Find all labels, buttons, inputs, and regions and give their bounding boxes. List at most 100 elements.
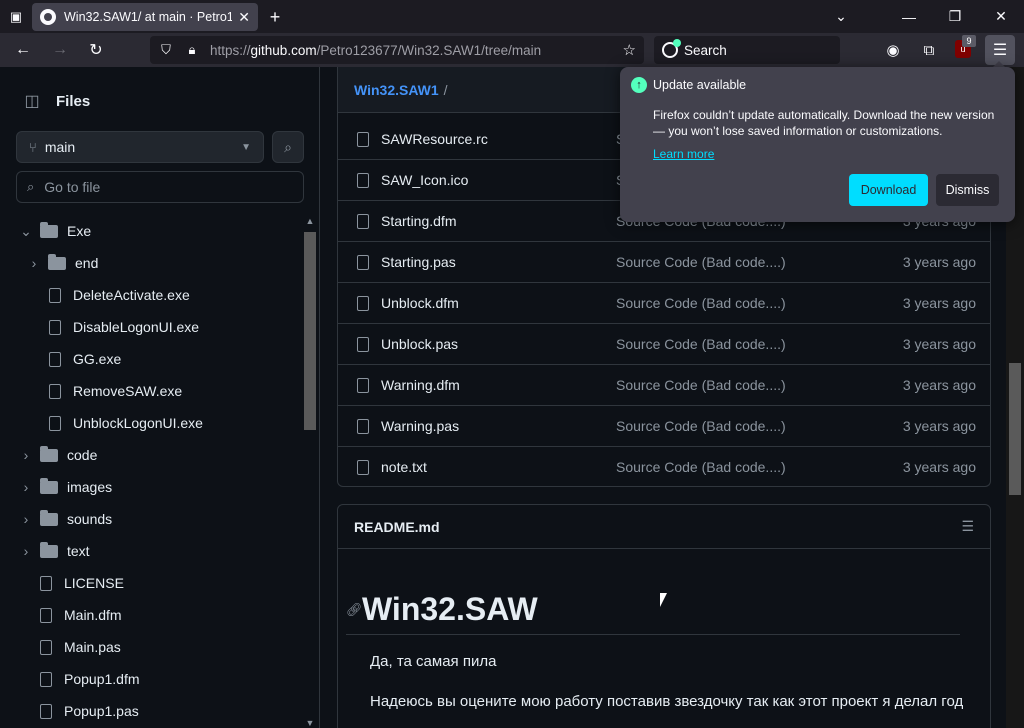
popup-title: Update available bbox=[653, 78, 747, 92]
scrollbar-thumb[interactable] bbox=[304, 232, 316, 430]
account-icon[interactable]: ◉ bbox=[880, 38, 906, 62]
url-text[interactable]: https://github.com/Petro123677/Win32.SAW… bbox=[210, 43, 541, 58]
lock-icon[interactable]: 🔒︎ bbox=[182, 42, 202, 58]
chevron-right-icon[interactable]: › bbox=[18, 447, 34, 463]
navigation-bar: ← → ↻ ⛉ 🔒︎ https://github.com/Petro12367… bbox=[0, 33, 1024, 67]
file-name-link[interactable]: Warning.dfm bbox=[381, 377, 616, 393]
commit-message-link[interactable]: Source Code (Bad code....) bbox=[616, 377, 856, 393]
file-icon bbox=[40, 575, 52, 591]
go-to-file-box[interactable]: ⌕ bbox=[16, 171, 304, 203]
commit-message-link[interactable]: Source Code (Bad code....) bbox=[616, 254, 856, 270]
learn-more-link[interactable]: Learn more bbox=[653, 147, 714, 161]
commit-message-link[interactable]: Source Code (Bad code....) bbox=[616, 459, 856, 475]
sidebar-scrollbar[interactable]: ▲ ▼ bbox=[303, 216, 317, 728]
search-files-button[interactable]: ⌕ bbox=[272, 131, 304, 163]
tree-item[interactable]: DeleteActivate.exe bbox=[26, 279, 190, 311]
file-name-link[interactable]: Unblock.dfm bbox=[381, 295, 616, 311]
chevron-right-icon[interactable]: › bbox=[26, 255, 42, 271]
download-button[interactable]: Download bbox=[849, 174, 928, 206]
restore-button[interactable]: ❐ bbox=[932, 0, 978, 33]
close-window-button[interactable]: ✕ bbox=[978, 0, 1024, 33]
file-row[interactable]: Warning.dfm Source Code (Bad code....) 3 y… bbox=[338, 365, 990, 406]
tree-item-label: sounds bbox=[67, 511, 113, 527]
file-icon bbox=[40, 639, 52, 655]
tree-item[interactable]: › sounds bbox=[18, 503, 112, 535]
file-name-link[interactable]: Starting.pas bbox=[381, 254, 616, 270]
file-row[interactable]: Unblock.pas Source Code (Bad code....) 3 y… bbox=[338, 324, 990, 365]
tree-item[interactable]: Popup1.pas bbox=[18, 695, 139, 727]
sidebar-header: ◫ Files bbox=[16, 89, 90, 113]
chevron-down-icon[interactable]: ⌄ bbox=[18, 223, 34, 240]
tree-item[interactable]: › end bbox=[26, 247, 98, 279]
minimize-button[interactable]: — bbox=[886, 0, 932, 33]
git-branch-icon: ⑂ bbox=[29, 139, 37, 155]
go-to-file-input[interactable] bbox=[44, 179, 285, 195]
outline-list-icon[interactable]: ☰ bbox=[961, 518, 974, 535]
file-icon bbox=[357, 459, 369, 475]
tree-item[interactable]: › text bbox=[18, 535, 90, 567]
bookmark-star-icon[interactable]: ☆ bbox=[623, 41, 636, 59]
scroll-down-arrow-icon[interactable]: ▼ bbox=[303, 718, 317, 728]
tree-item[interactable]: ⌄ Exe bbox=[18, 215, 91, 247]
back-button[interactable]: ← bbox=[10, 38, 36, 62]
commit-date: 3 years ago bbox=[902, 254, 976, 270]
extension-badge: 9 bbox=[962, 35, 976, 47]
extensions-icon[interactable]: ⧉ bbox=[916, 38, 942, 62]
file-icon bbox=[49, 319, 61, 335]
tab-bar: ▣ Win32.SAW1/ at main · Petro123677 ✕ + … bbox=[0, 0, 1024, 33]
tree-item[interactable]: RemoveSAW.exe bbox=[26, 375, 182, 407]
file-icon bbox=[49, 383, 61, 399]
file-icon bbox=[357, 213, 369, 229]
close-tab-icon[interactable]: ✕ bbox=[238, 9, 250, 26]
tree-item[interactable]: › images bbox=[18, 471, 112, 503]
tree-item[interactable]: › code bbox=[18, 439, 97, 471]
chevron-right-icon[interactable]: › bbox=[18, 543, 34, 559]
browser-tab[interactable]: Win32.SAW1/ at main · Petro123677 ✕ bbox=[32, 3, 258, 31]
dismiss-button[interactable]: Dismiss bbox=[936, 174, 999, 206]
shield-icon[interactable]: ⛉ bbox=[156, 42, 176, 58]
file-icon bbox=[357, 418, 369, 434]
file-row[interactable]: Starting.pas Source Code (Bad code....) 3 … bbox=[338, 242, 990, 283]
file-name-link[interactable]: SAW_Icon.ico bbox=[381, 172, 616, 188]
file-row[interactable]: note.txt Source Code (Bad code....) 3 year… bbox=[338, 447, 990, 486]
collapse-sidebar-icon[interactable]: ◫ bbox=[16, 89, 48, 113]
branch-selector[interactable]: ⑂ main ▼ bbox=[16, 131, 264, 163]
chevron-right-icon[interactable]: › bbox=[18, 511, 34, 527]
reload-button[interactable]: ↻ bbox=[83, 38, 109, 62]
tree-item[interactable]: DisableLogonUI.exe bbox=[26, 311, 199, 343]
tab-overflow-chevron-icon[interactable]: ⌄ bbox=[818, 0, 864, 33]
scroll-up-arrow-icon[interactable]: ▲ bbox=[303, 216, 317, 226]
tree-item[interactable]: Main.pas bbox=[18, 631, 121, 663]
commit-message-link[interactable]: Source Code (Bad code....) bbox=[616, 295, 856, 311]
file-name-link[interactable]: Starting.dfm bbox=[381, 213, 616, 229]
commit-message-link[interactable]: Source Code (Bad code....) bbox=[616, 418, 856, 434]
new-tab-button[interactable]: + bbox=[264, 6, 286, 28]
tree-item[interactable]: Main.dfm bbox=[18, 599, 122, 631]
tree-item[interactable]: Popup1.dfm bbox=[18, 663, 140, 695]
readme-filename: README.md bbox=[354, 518, 440, 535]
caret-down-icon: ▼ bbox=[241, 141, 251, 153]
file-name-link[interactable]: Unblock.pas bbox=[381, 336, 616, 352]
search-field[interactable]: Search bbox=[654, 36, 840, 64]
breadcrumb-separator: / bbox=[443, 81, 448, 98]
file-row[interactable]: Unblock.dfm Source Code (Bad code....) 3 y… bbox=[338, 283, 990, 324]
tree-item[interactable]: LICENSE bbox=[18, 567, 124, 599]
forward-button[interactable]: → bbox=[47, 38, 73, 62]
file-icon bbox=[40, 607, 52, 623]
tree-item[interactable]: UnblockLogonUI.exe bbox=[26, 407, 203, 439]
tab-list-icon[interactable]: ▣ bbox=[6, 7, 26, 27]
chevron-right-icon[interactable]: › bbox=[18, 479, 34, 495]
file-row[interactable]: Warning.pas Source Code (Bad code....) 3 y… bbox=[338, 406, 990, 447]
page-scrollbar-thumb[interactable] bbox=[1009, 363, 1021, 495]
breadcrumb-repo-link[interactable]: Win32.SAW1 bbox=[354, 82, 439, 98]
file-name-link[interactable]: SAWResource.rc bbox=[381, 131, 616, 147]
address-bar[interactable]: ⛉ 🔒︎ https://github.com/Petro123677/Win3… bbox=[150, 36, 644, 64]
file-icon bbox=[357, 131, 369, 147]
file-name-link[interactable]: Warning.pas bbox=[381, 418, 616, 434]
file-name-link[interactable]: note.txt bbox=[381, 459, 616, 475]
commit-date: 3 years ago bbox=[902, 377, 976, 393]
commit-message-link[interactable]: Source Code (Bad code....) bbox=[616, 336, 856, 352]
readme-paragraph-2: Надеюсь вы оцените мою работу поставив з… bbox=[370, 693, 964, 710]
file-icon bbox=[357, 377, 369, 393]
tree-item[interactable]: GG.exe bbox=[26, 343, 121, 375]
